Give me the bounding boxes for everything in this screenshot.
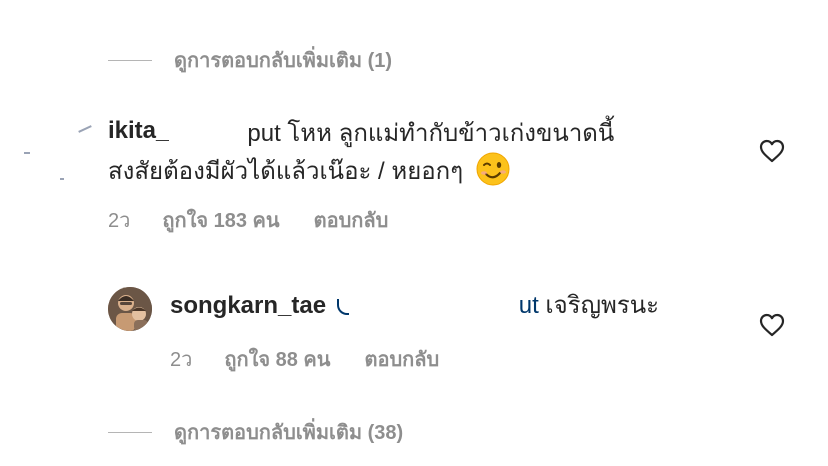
cropped-avatar-edge xyxy=(24,152,30,154)
comment-2-likes[interactable]: ถูกใจ 88 คน xyxy=(224,343,330,375)
cropped-avatar-edge xyxy=(78,125,92,133)
comment-1-likes[interactable]: ถูกใจ 183 คน xyxy=(162,204,279,236)
heart-icon[interactable] xyxy=(759,139,785,163)
redacted-username xyxy=(169,133,247,137)
comment-1-reply-button[interactable]: ตอบกลับ xyxy=(314,204,389,236)
view-more-divider xyxy=(108,59,152,61)
comment-1-line-2: สงสัยต้องมีผัวได้แล้วเน๊อะ / หยอกๆ xyxy=(108,152,510,192)
comment-1-username[interactable]: ikita_ xyxy=(108,119,169,144)
heart-icon[interactable] xyxy=(759,313,785,337)
comments-thread: ดูการตอบกลับเพิ่มเติม (1) ikita_ put โหห… xyxy=(0,0,828,466)
comment-2-reply-button[interactable]: ตอบกลับ xyxy=(364,343,439,375)
comment-2-time: 2ว xyxy=(170,349,193,371)
comment-2-mention[interactable]: ut xyxy=(519,292,539,319)
comment-1-text-line-2: สงสัยต้องมีผัวได้แล้วเน๊อะ / หยอกๆ xyxy=(108,158,464,185)
view-more-divider xyxy=(108,431,152,433)
view-more-replies-bottom[interactable]: ดูการตอบกลับเพิ่มเติม (38) xyxy=(108,416,403,448)
comment-1-meta: 2ว ถูกใจ 183 คน ตอบกลับ xyxy=(108,204,388,236)
comment-1-time: 2ว xyxy=(108,210,131,232)
redacted-mention-edge xyxy=(336,299,349,315)
comment-2-text: เจริญพรนะ xyxy=(538,292,660,319)
view-more-label[interactable]: ดูการตอบกลับเพิ่มเติม (1) xyxy=(174,44,392,76)
winking-face-icon xyxy=(476,152,510,186)
view-more-replies-top[interactable]: ดูการตอบกลับเพิ่มเติม (1) xyxy=(108,44,392,76)
redacted-mention xyxy=(349,305,519,309)
cropped-avatar-edge xyxy=(60,178,64,180)
comment-1-line-1: ikita_ put โหห ลูกแม่ทำกับข้าวเก่งขนาดนี… xyxy=(108,114,614,154)
comment-2-meta: 2ว ถูกใจ 88 คน ตอบกลับ xyxy=(170,343,439,375)
avatar[interactable] xyxy=(108,287,152,331)
comment-1-username-end[interactable]: put xyxy=(247,120,280,147)
comment-1-text-line-1: โหห ลูกแม่ทำกับข้าวเก่งขนาดนี้ xyxy=(280,120,615,147)
view-more-label[interactable]: ดูการตอบกลับเพิ่มเติม (38) xyxy=(174,416,403,448)
comment-2-line: songkarn_tae ut เจริญพรนะ xyxy=(170,286,659,326)
comment-2-username[interactable]: songkarn_tae xyxy=(170,292,326,319)
